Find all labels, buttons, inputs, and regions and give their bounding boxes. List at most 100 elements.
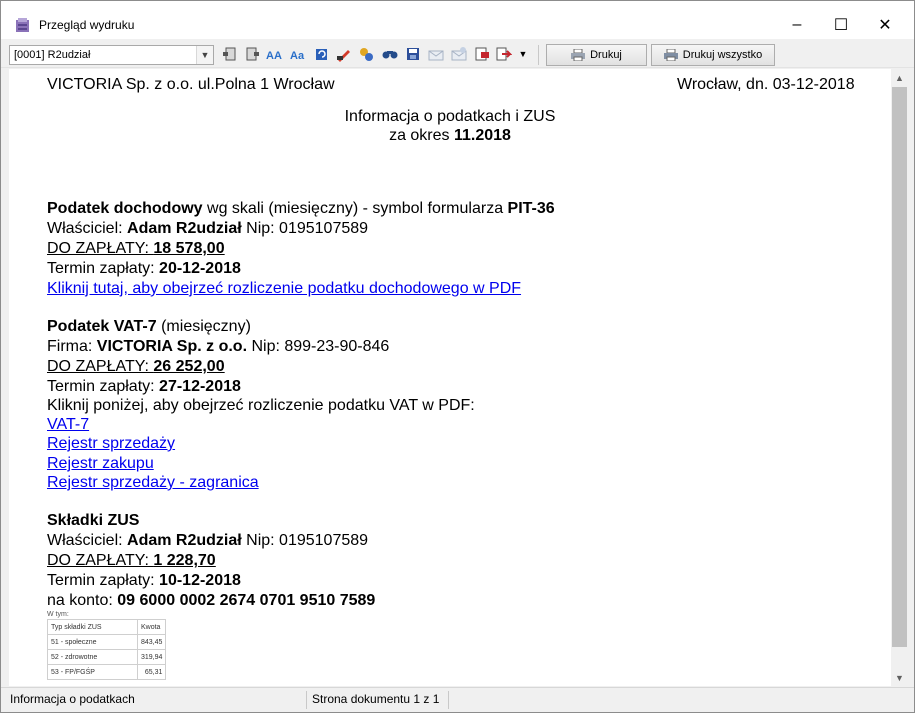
vat-heading: Podatek VAT-7 (miesięczny) (47, 318, 251, 336)
purchase-register-link[interactable]: Rejestr zakupu (47, 455, 154, 473)
zus-owner-label: Właściciel: (47, 532, 128, 549)
table-row: 51 - społeczne 843,45 (47, 634, 167, 650)
scroll-up-icon[interactable]: ▲ (891, 69, 908, 86)
vat-heading-rest: (miesięczny) (156, 318, 251, 335)
vat-firm-name: VICTORIA Sp. z o.o. (96, 338, 248, 355)
email-icon[interactable] (428, 46, 444, 62)
pen-icon[interactable] (336, 46, 352, 62)
chevron-down-icon[interactable]: ▼ (196, 46, 213, 64)
date-header: Wrocław, dn. 03-12-2018 (677, 76, 855, 93)
pit-due-label: DO ZAPŁATY: (47, 240, 154, 257)
zus-term-label: Termin zapłaty: (47, 572, 160, 589)
zus-owner-name: Adam R2udział (127, 532, 242, 549)
close-icon: ✕ (878, 17, 892, 34)
close-button[interactable]: ✕ (863, 11, 907, 39)
zus-owner: Właściciel: Adam R2udział Nip: 019510758… (47, 532, 368, 550)
zus-table-caption: W tym: (47, 611, 69, 618)
vat-term-label: Termin zapłaty: (47, 378, 160, 395)
zus-heading: Składki ZUS (47, 512, 139, 530)
table-row: 52 - zdrowotne 319,94 (47, 649, 167, 665)
print-preview-window: Przegląd wydruku – ☐ ✕ [0001] R2udział ▼… (0, 0, 915, 713)
pit-term-date: 20-12-2018 (159, 260, 241, 277)
vat-due-amount: 26 252,00 (153, 358, 225, 375)
zus-due-label: DO ZAPŁATY: (47, 552, 154, 569)
table-cell: 65,31 (136, 664, 167, 680)
minimize-button[interactable]: – (775, 11, 819, 39)
settings-icon[interactable] (358, 46, 374, 62)
status-page-count: Strona dokumentu 1 z 1 (309, 691, 449, 709)
font-smaller-icon[interactable]: Aa (290, 46, 306, 62)
pit-due: DO ZAPŁATY: 18 578,00 (47, 240, 225, 258)
pit-owner-label: Właściciel: (47, 220, 128, 237)
zus-term: Termin zapłaty: 10-12-2018 (47, 572, 241, 590)
app-icon (16, 18, 29, 32)
table-cell: 319,94 (136, 649, 167, 665)
refresh-icon[interactable] (314, 46, 330, 62)
vat-due-label: DO ZAPŁATY: (47, 358, 154, 375)
vat7-link[interactable]: VAT-7 (47, 416, 89, 434)
table-row: 53 - FP/FGŚP 65,31 (47, 664, 167, 680)
email-send-icon[interactable] (451, 46, 467, 62)
table-header-cell: Kwota (136, 619, 167, 635)
printer-icon (571, 49, 586, 61)
print-button-label: Drukuj (590, 49, 622, 61)
export-dropdown-icon[interactable]: ▼ (515, 46, 531, 62)
vat-nip: Nip: 899-23-90-846 (247, 338, 390, 355)
zus-account-number: 09 6000 0002 2674 0701 9510 7589 (117, 592, 376, 609)
export-menu-icon[interactable] (496, 46, 512, 62)
zus-due: DO ZAPŁATY: 1 228,70 (47, 552, 216, 570)
font-larger-icon[interactable]: AA (266, 46, 282, 62)
scroll-down-icon[interactable]: ▼ (891, 669, 908, 686)
last-page-icon[interactable] (244, 46, 260, 62)
company-header: VICTORIA Sp. z o.o. ul.Polna 1 Wrocław (47, 76, 335, 93)
table-header-cell: Typ składki ZUS (47, 619, 138, 635)
print-button[interactable]: Drukuj (546, 44, 647, 66)
vat-term-date: 27-12-2018 (159, 378, 241, 395)
table-cell: 843,45 (136, 634, 167, 650)
table-cell: 52 - zdrowotne (47, 649, 138, 665)
window-title: Przegląd wydruku (39, 18, 135, 32)
document-title: Informacja o podatkach i ZUS (344, 108, 556, 125)
pit-owner: Właściciel: Adam R2udział Nip: 019510758… (47, 220, 368, 238)
document-select[interactable]: [0001] R2udział ▼ (9, 45, 214, 65)
pit-pdf-link[interactable]: Kliknij tutaj, aby obejrzeć rozliczenie … (47, 280, 521, 298)
document-select-value: [0001] R2udział (14, 49, 91, 61)
print-all-button-label: Drukuj wszystko (682, 49, 763, 61)
print-all-button[interactable]: Drukuj wszystko (651, 44, 775, 66)
pit-heading-rest: wg skali (miesięczny) - symbol formularz… (202, 200, 508, 217)
scroll-thumb[interactable] (892, 87, 907, 647)
status-bar: Informacja o podatkach Strona dokumentu … (1, 687, 914, 712)
pit-due-amount: 18 578,00 (153, 240, 225, 257)
export-icon[interactable] (474, 46, 490, 62)
document-period: za okres 11.2018 (9, 127, 891, 145)
vat-firm: Firma: VICTORIA Sp. z o.o. Nip: 899-23-9… (47, 338, 389, 356)
pit-term: Termin zapłaty: 20-12-2018 (47, 260, 241, 278)
table-header-row: Typ składki ZUS Kwota (47, 619, 167, 635)
zus-breakdown-table: Typ składki ZUS Kwota 51 - społeczne 843… (47, 619, 167, 680)
maximize-button[interactable]: ☐ (819, 11, 863, 39)
pit-heading-bold: Podatek dochodowy (47, 200, 203, 217)
vertical-scrollbar[interactable]: ▲ ▼ (891, 69, 908, 686)
toolbar-divider (538, 45, 539, 65)
vat-info: Kliknij poniżej, aby obejrzeć rozliczeni… (47, 397, 475, 414)
table-cell: 51 - społeczne (47, 634, 138, 650)
maximize-icon: ☐ (833, 17, 849, 34)
pit-symbol: PIT-36 (507, 200, 555, 217)
zus-account-label: na konto: (47, 592, 118, 609)
vat-term: Termin zapłaty: 27-12-2018 (47, 378, 241, 396)
pit-term-label: Termin zapłaty: (47, 260, 160, 277)
foreign-sales-register-link[interactable]: Rejestr sprzedaży - zagranica (47, 474, 259, 492)
period-prefix: za okres (389, 127, 454, 144)
table-cell: 53 - FP/FGŚP (47, 664, 138, 680)
first-page-icon[interactable] (222, 46, 238, 62)
document-page: VICTORIA Sp. z o.o. ul.Polna 1 Wrocław W… (9, 69, 891, 686)
search-icon[interactable] (382, 46, 398, 62)
period-value: 11.2018 (453, 127, 511, 144)
title-bar: Przegląd wydruku – ☐ ✕ (1, 1, 914, 39)
zus-heading-bold: Składki ZUS (47, 512, 140, 529)
zus-nip: Nip: 0195107589 (241, 532, 369, 549)
save-icon[interactable] (405, 46, 421, 62)
zus-due-amount: 1 228,70 (153, 552, 216, 569)
sales-register-link[interactable]: Rejestr sprzedaży (47, 435, 175, 453)
svg-text:AA: AA (266, 50, 282, 62)
